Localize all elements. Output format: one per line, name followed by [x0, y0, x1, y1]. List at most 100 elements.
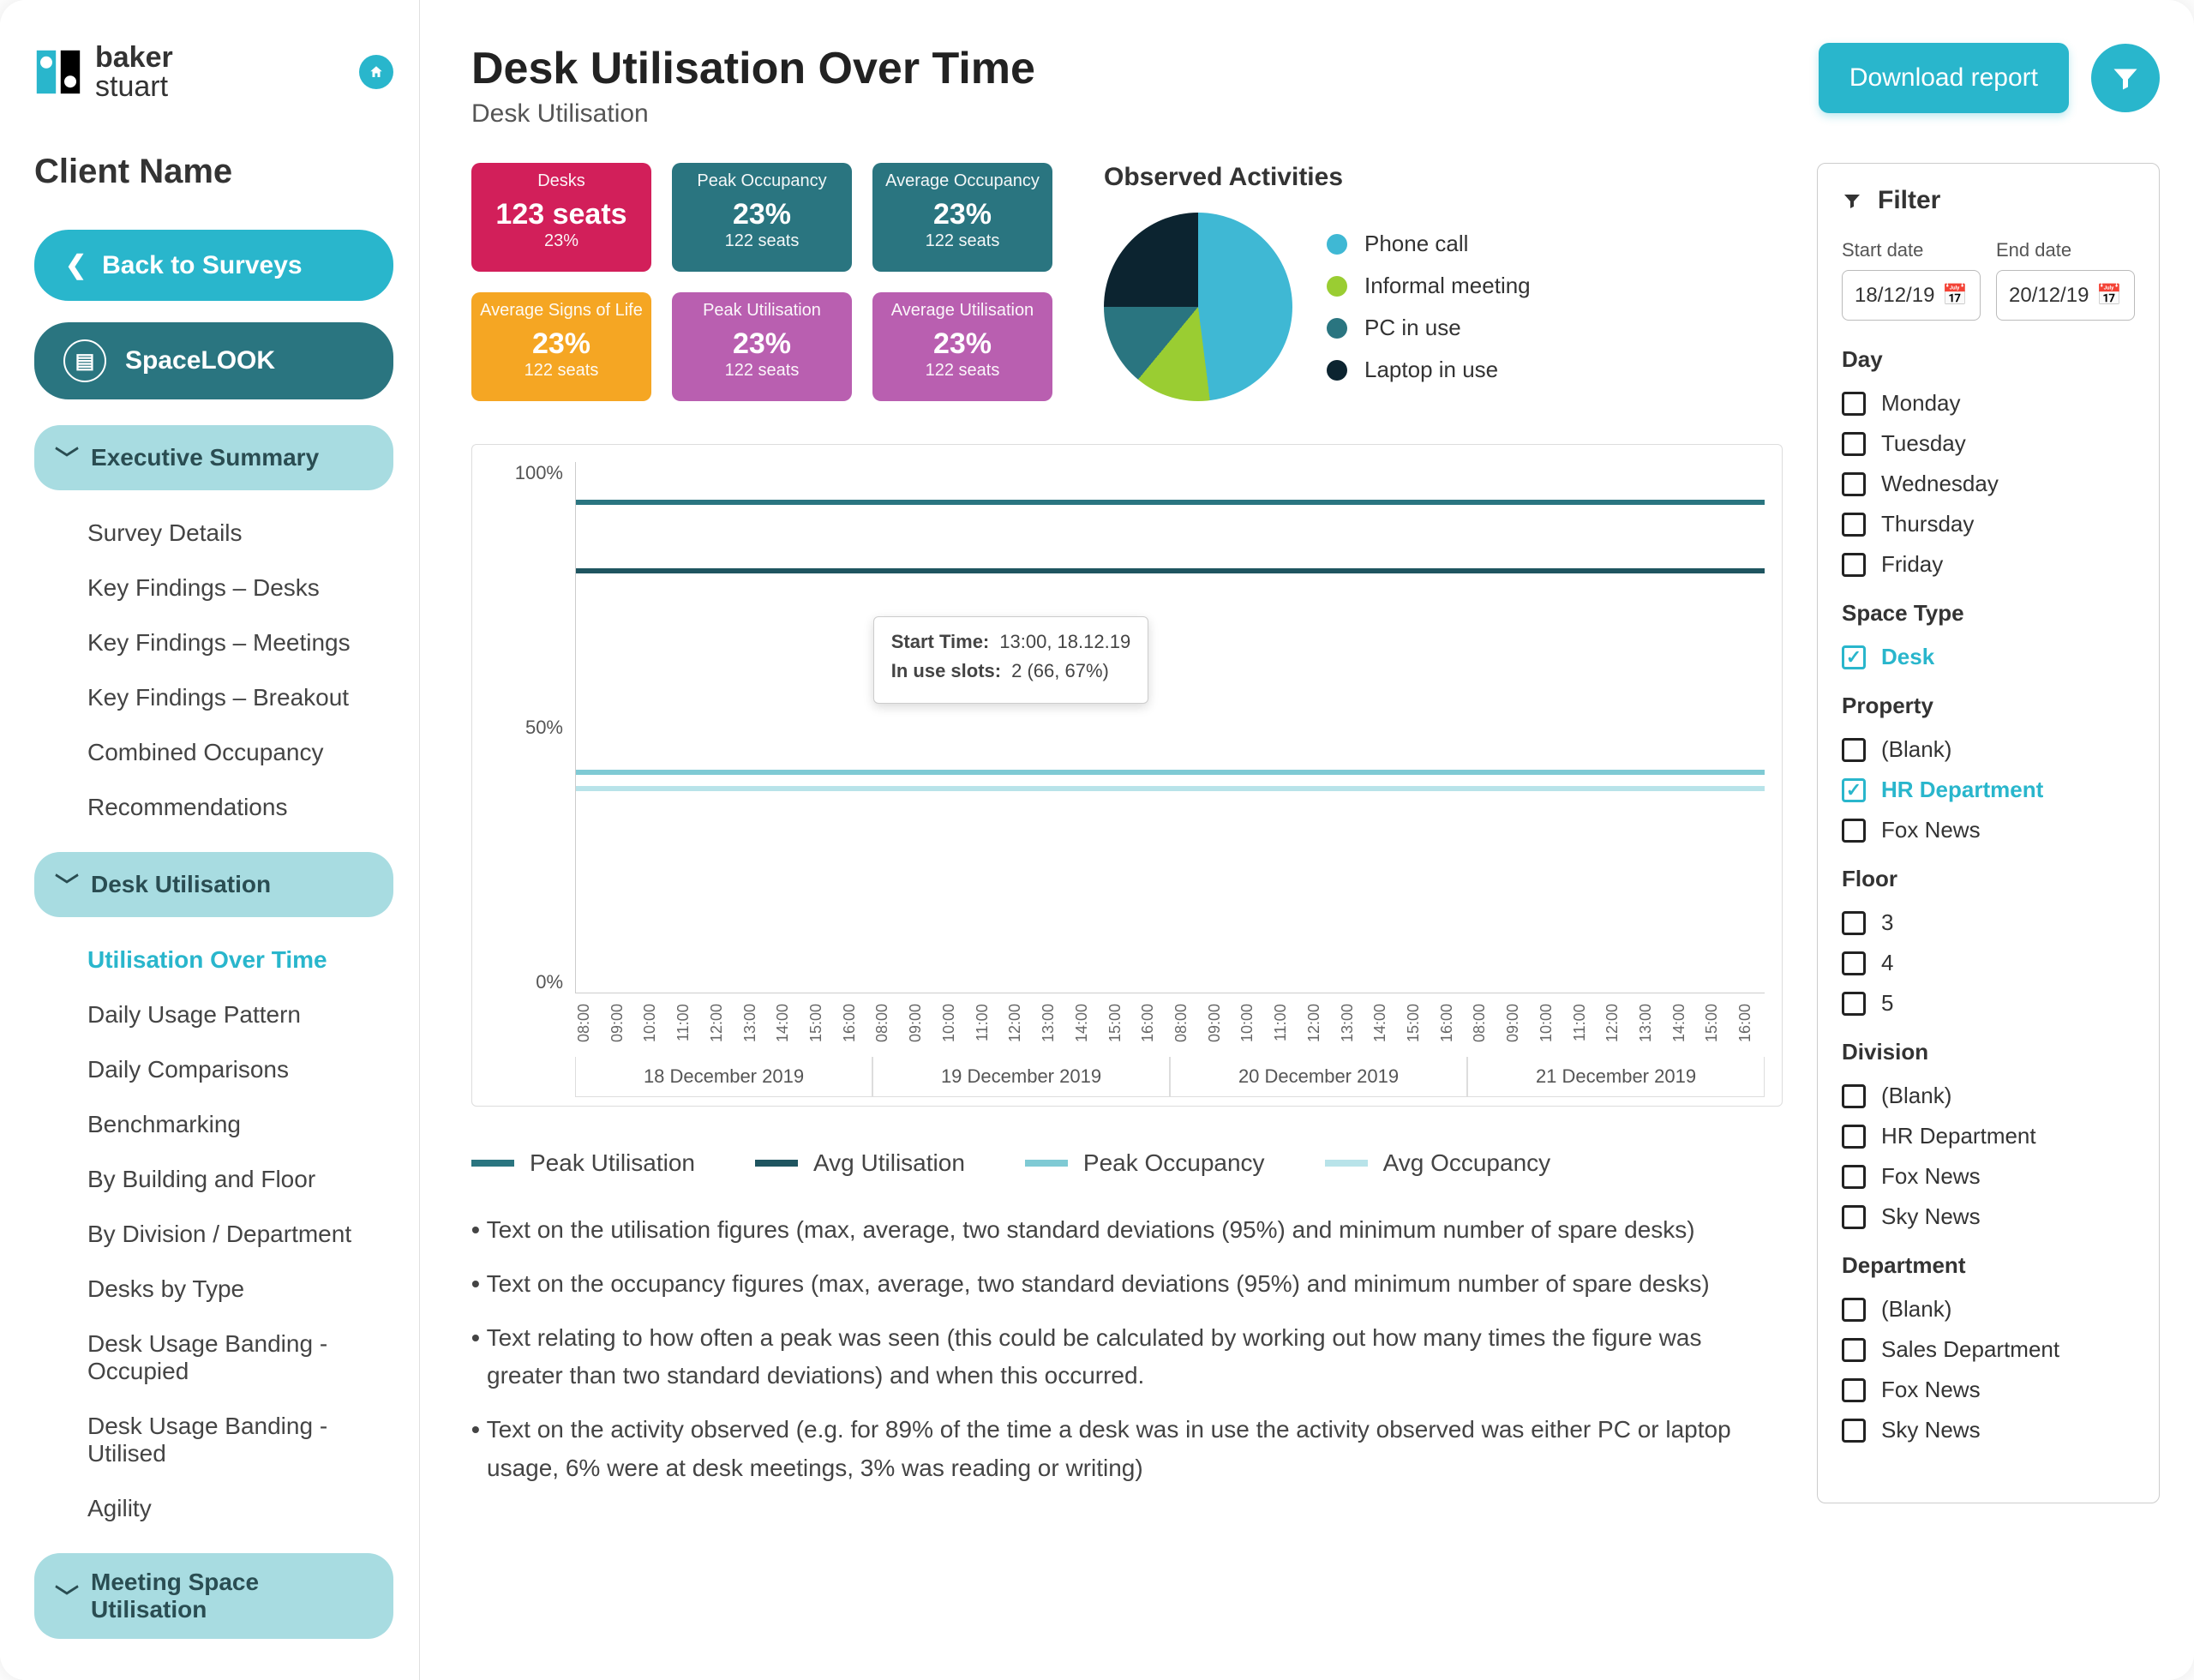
filter-group-title: Space Type: [1842, 600, 2135, 627]
filter-title: Filter: [1878, 186, 1940, 215]
x-axis-days: 18 December 201919 December 201920 Decem…: [575, 1057, 1765, 1097]
section-header[interactable]: ﹀Executive Summary: [34, 425, 393, 490]
filter-checkbox[interactable]: Fox News: [1842, 1156, 2135, 1197]
legend-item: Informal meeting: [1327, 273, 1531, 299]
bullet-text: Text relating to how often a peak was se…: [471, 1319, 1783, 1396]
chart-legend: Peak Utilisation Avg Utilisation Peak Occu…: [471, 1132, 1783, 1211]
kpi-card: Peak Utilisation23%122 seats: [672, 292, 852, 401]
nav-item[interactable]: Desks by Type: [87, 1262, 393, 1317]
filter-checkbox[interactable]: Monday: [1842, 383, 2135, 423]
nav-item[interactable]: Daily Comparisons: [87, 1042, 393, 1097]
pie-chart: [1104, 213, 1292, 401]
filter-checkbox[interactable]: Sales Department: [1842, 1329, 2135, 1370]
nav-item[interactable]: By Building and Floor: [87, 1152, 393, 1207]
filter-checkbox[interactable]: Sky News: [1842, 1410, 2135, 1450]
nav-item[interactable]: Desk Usage Banding - Utilised: [87, 1399, 393, 1481]
start-date-input[interactable]: 18/12/19📅: [1842, 270, 1981, 321]
filter-checkbox[interactable]: Fox News: [1842, 1370, 2135, 1410]
nav-item[interactable]: Key Findings – Breakout: [87, 670, 393, 725]
nav-item[interactable]: By Division / Department: [87, 1207, 393, 1262]
filter-panel: Filter Start date 18/12/19📅 End date 20/…: [1817, 163, 2160, 1503]
filter-toggle-button[interactable]: [2091, 44, 2160, 112]
nav-item[interactable]: Desk Usage Banding - Occupied: [87, 1317, 393, 1399]
filter-icon: [1842, 190, 1862, 211]
utilisation-chart: 100%50%0% Start Time:13:00, 18.12.19In u…: [471, 444, 1783, 1107]
legend-item: Peak Utilisation: [471, 1149, 695, 1177]
filter-checkbox[interactable]: Tuesday: [1842, 423, 2135, 464]
bullet-text: Text on the occupancy figures (max, aver…: [471, 1265, 1783, 1304]
reference-line: [576, 568, 1765, 573]
nav-item[interactable]: Survey Details: [87, 506, 393, 561]
reference-line: [576, 786, 1765, 791]
y-axis: 100%50%0%: [489, 462, 575, 993]
kpi-grid: Desks123 seats23%Peak Occupancy23%122 se…: [471, 163, 1052, 401]
chart-plot: Start Time:13:00, 18.12.19In use slots:2…: [575, 462, 1765, 993]
chevron-left-icon: ❮: [65, 250, 87, 280]
kpi-card: Peak Occupancy23%122 seats: [672, 163, 852, 272]
legend-item: Phone call: [1327, 231, 1531, 257]
summary-bullets: Text on the utilisation figures (max, av…: [471, 1211, 1783, 1488]
filter-checkbox[interactable]: Friday: [1842, 544, 2135, 585]
nav-item[interactable]: Agility: [87, 1481, 393, 1536]
section-header[interactable]: ﹀Meeting Space Utilisation: [34, 1553, 393, 1639]
page-subtitle: Desk Utilisation: [471, 99, 1035, 129]
nav-item[interactable]: Combined Occupancy: [87, 725, 393, 780]
legend-item: PC in use: [1327, 315, 1531, 341]
kpi-card: Average Signs of Life23%122 seats: [471, 292, 651, 401]
chart-tooltip: Start Time:13:00, 18.12.19In use slots:2…: [873, 616, 1148, 704]
page-title: Desk Utilisation Over Time: [471, 43, 1035, 94]
download-report-button[interactable]: Download report: [1819, 43, 2069, 113]
sidebar: bakerstuart Client Name ❮ Back to Survey…: [0, 0, 420, 1680]
filter-group-title: Day: [1842, 346, 2135, 373]
filter-checkbox[interactable]: (Blank): [1842, 1076, 2135, 1116]
filter-checkbox[interactable]: (Blank): [1842, 1289, 2135, 1329]
activities-title: Observed Activities: [1104, 163, 1783, 192]
filter-checkbox[interactable]: (Blank): [1842, 729, 2135, 770]
calendar-icon: 📅: [1942, 283, 1968, 308]
filter-checkbox[interactable]: Desk: [1842, 637, 2135, 677]
legend-item: Avg Utilisation: [755, 1149, 965, 1177]
main-content: Desk Utilisation Over Time Desk Utilisat…: [420, 0, 2194, 1680]
end-date-input[interactable]: 20/12/19📅: [1996, 270, 2135, 321]
nav-item[interactable]: Benchmarking: [87, 1097, 393, 1152]
nav-item[interactable]: Key Findings – Desks: [87, 561, 393, 615]
spacelook-button[interactable]: ▤ SpaceLOOK: [34, 322, 393, 399]
end-date-label: End date: [1996, 239, 2135, 261]
filter-checkbox[interactable]: Fox News: [1842, 810, 2135, 850]
kpi-card: Average Utilisation23%122 seats: [872, 292, 1052, 401]
spacelook-label: SpaceLOOK: [125, 346, 275, 375]
filter-group-title: Property: [1842, 693, 2135, 719]
legend-item: Avg Occupancy: [1325, 1149, 1551, 1177]
activities-legend: Phone call Informal meeting PC in use Lapto…: [1327, 231, 1531, 383]
filter-checkbox[interactable]: Sky News: [1842, 1197, 2135, 1237]
legend-item: Laptop in use: [1327, 357, 1531, 383]
funnel-icon: [2110, 63, 2141, 93]
filter-checkbox[interactable]: 5: [1842, 983, 2135, 1023]
back-label: Back to Surveys: [102, 251, 302, 280]
filter-checkbox[interactable]: 3: [1842, 903, 2135, 943]
nav-item[interactable]: Recommendations: [87, 780, 393, 835]
nav-item[interactable]: Key Findings – Meetings: [87, 615, 393, 670]
spacelook-icon: ▤: [63, 339, 106, 382]
home-icon[interactable]: [359, 55, 393, 89]
chevron-down-icon: ﹀: [55, 1579, 79, 1613]
filter-checkbox[interactable]: HR Department: [1842, 770, 2135, 810]
nav-item[interactable]: Daily Usage Pattern: [87, 987, 393, 1042]
filter-checkbox[interactable]: 4: [1842, 943, 2135, 983]
legend-item: Peak Occupancy: [1025, 1149, 1265, 1177]
reference-line: [576, 770, 1765, 775]
start-date-label: Start date: [1842, 239, 1981, 261]
brand-logo: bakerstuart: [34, 43, 173, 101]
filter-checkbox[interactable]: Thursday: [1842, 504, 2135, 544]
chevron-down-icon: ﹀: [55, 867, 79, 902]
reference-line: [576, 500, 1765, 505]
section-header[interactable]: ﹀Desk Utilisation: [34, 852, 393, 917]
client-name: Client Name: [34, 153, 393, 191]
back-to-surveys-button[interactable]: ❮ Back to Surveys: [34, 230, 393, 301]
kpi-card: Desks123 seats23%: [471, 163, 651, 272]
nav-item[interactable]: Utilisation Over Time: [87, 933, 393, 987]
filter-checkbox[interactable]: HR Department: [1842, 1116, 2135, 1156]
filter-checkbox[interactable]: Wednesday: [1842, 464, 2135, 504]
bullet-text: Text on the utilisation figures (max, av…: [471, 1211, 1783, 1250]
x-axis-hours: 08:0009:0010:0011:0012:0013:0014:0015:00…: [575, 999, 1765, 1047]
